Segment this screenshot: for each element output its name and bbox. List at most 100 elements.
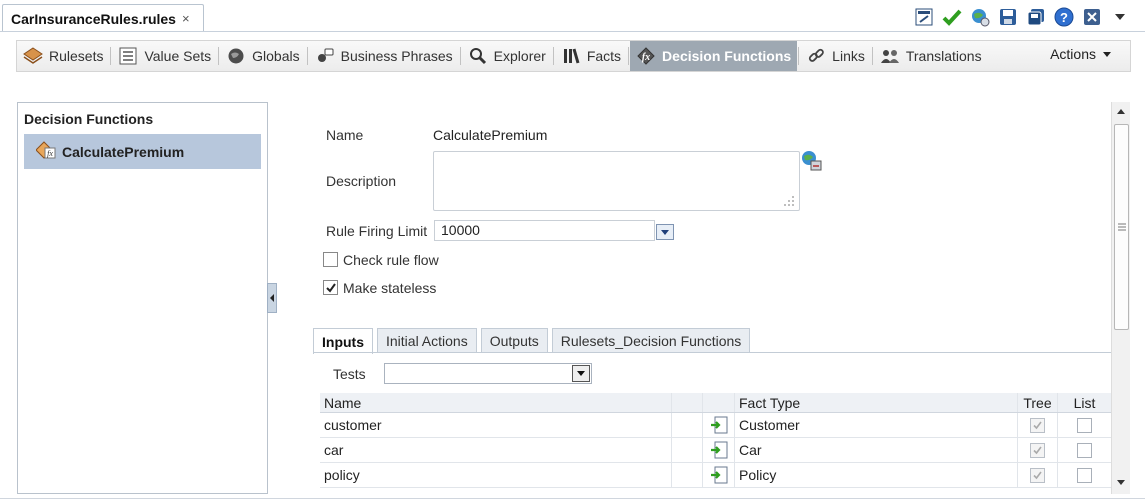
editor-tab[interactable]: CarInsuranceRules.rules × bbox=[2, 4, 204, 32]
chevron-down-icon bbox=[577, 371, 585, 376]
business-phrases-icon bbox=[315, 46, 335, 66]
tab-initial-actions[interactable]: Initial Actions bbox=[377, 328, 477, 353]
rule-firing-limit-label: Rule Firing Limit bbox=[326, 223, 428, 239]
translate-globe-icon[interactable] bbox=[801, 150, 823, 175]
nav-links[interactable]: Links bbox=[800, 42, 871, 70]
nav-value-sets[interactable]: Value Sets bbox=[112, 42, 217, 70]
edit-icon[interactable] bbox=[913, 6, 935, 28]
validate-check-icon[interactable] bbox=[941, 6, 963, 28]
vertical-scrollbar[interactable] bbox=[1111, 102, 1130, 494]
collapse-panel-handle[interactable] bbox=[267, 283, 277, 313]
checkmark-icon bbox=[1033, 446, 1042, 454]
save-all-icon[interactable] bbox=[1025, 6, 1047, 28]
tree-checkbox[interactable] bbox=[1030, 442, 1045, 458]
row-name[interactable]: policy bbox=[320, 463, 672, 487]
list-item-calculate-premium[interactable]: fx CalculatePremium bbox=[24, 134, 261, 169]
link-icon bbox=[806, 46, 826, 66]
main-navigation-toolbar: Rulesets Value Sets Globals Business Phr… bbox=[16, 40, 1131, 72]
row-name[interactable]: customer bbox=[320, 413, 672, 437]
nav-decision-functions-label: Decision Functions bbox=[662, 48, 792, 64]
scroll-down-arrow-icon[interactable] bbox=[1117, 480, 1125, 485]
tests-select[interactable] bbox=[384, 363, 592, 384]
nav-separator bbox=[110, 47, 112, 65]
svg-text:?: ? bbox=[1060, 10, 1068, 25]
scrollbar-thumb[interactable] bbox=[1114, 124, 1129, 330]
checkmark-icon bbox=[325, 282, 336, 293]
close-box-icon[interactable] bbox=[1081, 6, 1103, 28]
rule-firing-limit-input[interactable]: 10000 bbox=[434, 220, 655, 241]
row-list-cell bbox=[1058, 463, 1111, 487]
browse-fact-type-icon[interactable] bbox=[703, 438, 735, 462]
make-stateless-label: Make stateless bbox=[343, 280, 437, 296]
column-header-blank bbox=[672, 393, 703, 412]
row-list-cell bbox=[1058, 438, 1111, 462]
nav-separator bbox=[871, 47, 873, 65]
tab-rulesets-decision-functions[interactable]: Rulesets_Decision Functions bbox=[551, 328, 751, 353]
resize-grip-icon[interactable] bbox=[783, 195, 795, 207]
rule-firing-limit-dropdown[interactable] bbox=[656, 224, 674, 240]
column-header-tree[interactable]: Tree bbox=[1018, 393, 1058, 412]
row-blank-cell bbox=[672, 413, 703, 437]
nav-explorer[interactable]: Explorer bbox=[462, 42, 552, 70]
chevron-down-icon bbox=[1103, 52, 1111, 57]
globals-icon bbox=[226, 46, 246, 66]
row-fact-type[interactable]: Customer bbox=[735, 413, 1018, 437]
browse-fact-type-icon[interactable] bbox=[703, 413, 735, 437]
table-row[interactable]: policy Policy bbox=[320, 463, 1111, 488]
checkmark-icon bbox=[1033, 471, 1042, 479]
search-icon bbox=[468, 46, 488, 66]
column-header-list[interactable]: List bbox=[1058, 393, 1111, 412]
row-list-cell bbox=[1058, 413, 1111, 437]
nav-business-phrases[interactable]: Business Phrases bbox=[309, 42, 459, 70]
browse-fact-type-icon[interactable] bbox=[703, 463, 735, 487]
nav-facts[interactable]: Facts bbox=[555, 42, 627, 70]
nav-separator bbox=[459, 47, 461, 65]
nav-facts-label: Facts bbox=[586, 48, 622, 64]
row-tree-cell bbox=[1018, 438, 1058, 462]
list-item-label: CalculatePremium bbox=[62, 143, 185, 160]
nav-business-phrases-label: Business Phrases bbox=[340, 48, 453, 64]
list-checkbox[interactable] bbox=[1077, 467, 1092, 483]
decision-functions-panel: Decision Functions fx CalculatePremium bbox=[17, 102, 268, 494]
nav-decision-functions[interactable]: fx Decision Functions bbox=[630, 41, 798, 71]
row-fact-type[interactable]: Policy bbox=[735, 463, 1018, 487]
nav-separator bbox=[306, 47, 308, 65]
tests-dropdown-button[interactable] bbox=[572, 365, 590, 382]
nav-separator bbox=[628, 47, 630, 65]
dropdown-arrow-icon[interactable] bbox=[1109, 6, 1131, 28]
row-blank-cell bbox=[672, 438, 703, 462]
nav-translations[interactable]: Translations bbox=[874, 42, 988, 70]
actions-menu[interactable]: Actions bbox=[1050, 46, 1112, 62]
tree-checkbox[interactable] bbox=[1030, 417, 1045, 433]
checkmark-icon bbox=[1033, 421, 1042, 429]
check-rule-flow-checkbox[interactable] bbox=[323, 252, 338, 267]
nav-separator bbox=[218, 47, 220, 65]
row-tree-cell bbox=[1018, 413, 1058, 437]
save-icon[interactable] bbox=[997, 6, 1019, 28]
scroll-up-arrow-icon[interactable] bbox=[1117, 109, 1125, 114]
nav-globals[interactable]: Globals bbox=[220, 42, 305, 70]
column-header-fact-type[interactable]: Fact Type bbox=[735, 393, 1018, 412]
list-checkbox[interactable] bbox=[1077, 417, 1092, 433]
close-icon[interactable]: × bbox=[182, 11, 190, 26]
row-fact-type[interactable]: Car bbox=[735, 438, 1018, 462]
description-field[interactable] bbox=[433, 151, 800, 211]
table-row[interactable]: customer Customer bbox=[320, 413, 1111, 438]
list-checkbox[interactable] bbox=[1077, 442, 1092, 458]
make-stateless-checkbox[interactable] bbox=[323, 280, 338, 295]
facts-icon bbox=[561, 46, 581, 66]
tree-checkbox[interactable] bbox=[1030, 467, 1045, 483]
actions-label: Actions bbox=[1050, 46, 1096, 62]
table-row[interactable]: car Car bbox=[320, 438, 1111, 463]
row-name[interactable]: car bbox=[320, 438, 672, 462]
function-tabs: Inputs Initial Actions Outputs Rulesets_… bbox=[313, 328, 751, 354]
nav-rulesets[interactable]: Rulesets bbox=[17, 42, 109, 70]
tab-inputs[interactable]: Inputs bbox=[313, 328, 373, 354]
column-header-name[interactable]: Name bbox=[320, 393, 672, 412]
help-icon[interactable]: ? bbox=[1053, 6, 1075, 28]
table-header: Name Fact Type Tree List bbox=[320, 393, 1111, 413]
globe-icon[interactable] bbox=[969, 6, 991, 28]
tab-outputs[interactable]: Outputs bbox=[480, 328, 548, 353]
name-label: Name bbox=[326, 127, 364, 143]
row-tree-cell bbox=[1018, 463, 1058, 487]
